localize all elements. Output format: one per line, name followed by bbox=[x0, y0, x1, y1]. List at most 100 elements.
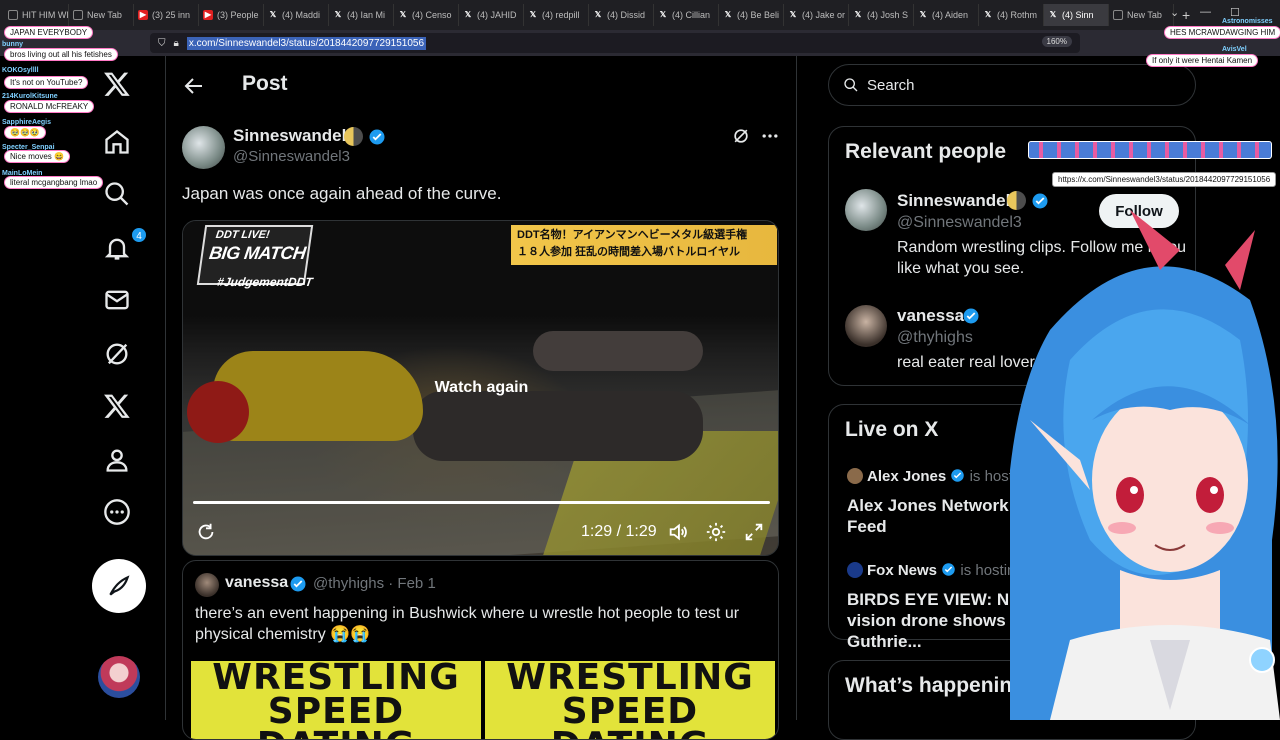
chat-username: SapphireAegis bbox=[2, 119, 52, 126]
verified-badge-icon bbox=[942, 563, 955, 576]
zoom-level[interactable]: 160% bbox=[1041, 36, 1072, 47]
relevant-people-title: Relevant people bbox=[845, 140, 1007, 163]
search-icon[interactable] bbox=[103, 180, 135, 212]
browser-tab[interactable]: HIT HIM WITH THE QUARTER POUNDER bbox=[4, 4, 69, 26]
x-icon: 𝕏 bbox=[724, 10, 732, 19]
tab-label: (4) Aiden bbox=[932, 10, 969, 20]
browser-tab[interactable]: 𝕏 (4) Censo bbox=[394, 4, 459, 26]
browser-tab[interactable]: ▶ (3) People bbox=[199, 4, 264, 26]
tab-label: (4) Ian Mi bbox=[347, 10, 386, 20]
quote-text: there’s an event happening in Bushwick w… bbox=[195, 605, 740, 643]
chat-message: If only it were Hentai Kamen bbox=[1146, 54, 1259, 67]
more-circle-icon[interactable] bbox=[103, 498, 135, 530]
person-name[interactable]: Sinneswandel bbox=[897, 191, 1010, 211]
logo-line2: BIG MATCH bbox=[207, 243, 307, 263]
grok-explain-icon[interactable] bbox=[731, 126, 751, 146]
video-player[interactable]: DDT LIVE! BIG MATCH #JudgementDDT DDT名物！… bbox=[182, 220, 779, 556]
search-input[interactable]: Search bbox=[828, 64, 1196, 106]
person-handle[interactable]: @Sinneswandel3 bbox=[897, 214, 1022, 232]
post-column: Post Sinneswandel @Sinneswandel3 Japan w… bbox=[166, 56, 796, 740]
person-handle[interactable]: @thyhighs bbox=[897, 329, 973, 347]
new-tab-plus-icon[interactable]: + bbox=[1182, 7, 1190, 23]
search-placeholder: Search bbox=[867, 76, 915, 94]
x-premium-icon[interactable] bbox=[103, 392, 135, 424]
browser-tab[interactable]: 𝕏 (4) Josh S bbox=[849, 4, 914, 26]
verified-badge-icon bbox=[290, 576, 306, 592]
browser-tab[interactable]: 𝕏 (4) Cillian bbox=[654, 4, 719, 26]
chat-message: RONALD McFREAKY bbox=[4, 100, 95, 113]
browser-tab[interactable]: New Tab bbox=[69, 4, 134, 26]
browser-tab[interactable]: 𝕏 (4) Jake or bbox=[784, 4, 849, 26]
browser-tab[interactable]: 𝕏 (4) JAHID bbox=[459, 4, 524, 26]
settings-gear-icon[interactable] bbox=[705, 521, 727, 543]
minimize-icon[interactable]: — bbox=[1200, 6, 1211, 18]
x-icon: 𝕏 bbox=[854, 10, 862, 19]
chat-username: KOKOsyllll bbox=[2, 67, 39, 74]
list-tabs-icon[interactable]: ⌄ bbox=[1170, 6, 1179, 19]
messages-envelope-icon[interactable] bbox=[103, 286, 135, 318]
watch-again-button[interactable]: Watch again bbox=[183, 379, 778, 397]
banner-line1: DDT名物！アイアンマンヘビーメタル級選手権 bbox=[517, 229, 748, 241]
person-name[interactable]: vanessa bbox=[897, 306, 964, 326]
account-avatar[interactable] bbox=[98, 656, 140, 698]
author-name[interactable]: Sinneswandel bbox=[233, 126, 346, 146]
host-avatar bbox=[847, 562, 863, 578]
fullscreen-icon[interactable] bbox=[743, 521, 765, 543]
tab-label: (4) Maddi bbox=[282, 10, 321, 20]
back-arrow-icon[interactable] bbox=[182, 74, 206, 98]
author-avatar[interactable] bbox=[182, 126, 225, 169]
volume-icon[interactable] bbox=[667, 521, 689, 543]
tab-label: (4) Josh S bbox=[867, 10, 909, 20]
search-icon bbox=[844, 78, 858, 92]
host-avatar bbox=[847, 468, 863, 484]
post-text: Japan was once again ahead of the curve. bbox=[182, 184, 502, 203]
home-icon[interactable] bbox=[103, 128, 135, 160]
browser-tab[interactable]: 𝕏 (4) Sinn bbox=[1044, 4, 1109, 26]
x-icon: 𝕏 bbox=[984, 10, 992, 19]
live-host-line[interactable]: Fox News is hosting bbox=[847, 562, 1024, 579]
grok-icon[interactable] bbox=[103, 340, 135, 372]
chat-message: JAPAN EVERYBODY bbox=[4, 26, 94, 39]
x-icon: 𝕏 bbox=[529, 10, 537, 19]
tab-label: (4) Censo bbox=[412, 10, 452, 20]
page-title: Post bbox=[242, 72, 288, 95]
browser-tab[interactable]: 𝕏 (4) Rothm bbox=[979, 4, 1044, 26]
browser-tab[interactable]: 𝕏 (4) Dissid bbox=[589, 4, 654, 26]
quote-image[interactable]: WRESTLING SPEED DATING bbox=[485, 661, 775, 739]
x-logo-icon[interactable] bbox=[103, 70, 135, 102]
verified-badge-icon bbox=[369, 129, 385, 145]
chat-message: bros living out all his fetishes bbox=[4, 48, 118, 61]
url-text[interactable]: x.com/Sinneswandel3/status/2018442097729… bbox=[186, 36, 427, 50]
page-icon bbox=[1113, 10, 1123, 20]
author-handle[interactable]: @Sinneswandel3 bbox=[233, 148, 350, 165]
tab-label: (4) Rothm bbox=[997, 10, 1038, 20]
browser-tab[interactable]: 𝕏 (4) Maddi bbox=[264, 4, 329, 26]
x-icon: 𝕏 bbox=[789, 10, 797, 19]
profile-icon[interactable] bbox=[103, 446, 135, 478]
broadcast-logo: DDT LIVE! BIG MATCH #JudgementDDT bbox=[196, 225, 314, 289]
compose-post-button[interactable] bbox=[92, 559, 146, 613]
browser-tab[interactable]: 𝕏 (4) redpill bbox=[524, 4, 589, 26]
chat-username: 214KurolKitsune bbox=[2, 93, 58, 100]
chat-username: Astronomisses bbox=[1222, 18, 1273, 25]
tab-label: (4) Cillian bbox=[672, 10, 711, 20]
video-progress-bar[interactable] bbox=[193, 501, 770, 504]
browser-tab[interactable]: 𝕏 (4) Ian Mi bbox=[329, 4, 394, 26]
quoted-post[interactable]: vanessa @thyhighs · Feb 1 there’s an eve… bbox=[182, 560, 779, 740]
tab-label: HIT HIM WITH THE QUARTER POUNDER bbox=[22, 10, 69, 20]
browser-tab[interactable]: New Tab bbox=[1109, 4, 1174, 26]
person-avatar[interactable] bbox=[845, 305, 887, 347]
more-options-icon[interactable] bbox=[760, 126, 780, 146]
browser-tab[interactable]: ▶ (3) 25 inn bbox=[134, 4, 199, 26]
address-bar[interactable]: ⛉ 🔒︎ x.com/Sinneswandel3/status/20184420… bbox=[150, 33, 1080, 53]
person-avatar[interactable] bbox=[845, 189, 887, 231]
live-host-line[interactable]: Alex Jones is hosting bbox=[847, 468, 1033, 485]
notifications-bell-icon[interactable]: 4 bbox=[103, 226, 148, 266]
x-icon: 𝕏 bbox=[334, 10, 342, 19]
browser-tab[interactable]: 𝕏 (4) Be Beli bbox=[719, 4, 784, 26]
quote-image[interactable]: WRESTLING SPEED DATING bbox=[191, 661, 481, 739]
browser-toolbar: ⛉ 🔒︎ x.com/Sinneswandel3/status/20184420… bbox=[0, 30, 1280, 56]
browser-tab[interactable]: 𝕏 (4) Aiden bbox=[914, 4, 979, 26]
replay-icon[interactable] bbox=[195, 521, 217, 543]
verified-badge-icon bbox=[1032, 193, 1048, 209]
